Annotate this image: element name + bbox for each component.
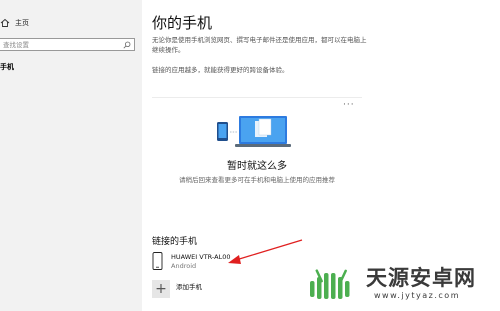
page-description-secondary: 链接的应用越多，就能获得更好的跨设备体验。: [152, 66, 289, 74]
linked-phone-item[interactable]: HUAWEI VTR-AL00 Android: [152, 251, 302, 273]
phone-icon: [152, 252, 163, 270]
watermark-url: www.jytyaz.com: [374, 291, 460, 300]
search-icon[interactable]: [123, 41, 131, 49]
more-icon[interactable]: ···: [343, 101, 355, 110]
phone-os: Android: [171, 262, 197, 270]
sidebar: 主页 手机: [0, 0, 142, 311]
phone-name: HUAWEI VTR-AL00: [171, 253, 231, 261]
watermark-logo: [310, 269, 350, 299]
linked-phones-heading: 链接的手机: [152, 237, 198, 247]
add-icon: +: [152, 280, 170, 298]
add-phone-button[interactable]: + 添加手机: [152, 279, 202, 299]
page-title: 你的手机: [152, 14, 213, 32]
sidebar-item-phone[interactable]: 手机: [0, 62, 14, 72]
phone-pc-illustration: [217, 116, 291, 147]
page-description: 无论你是使用手机浏览网页、撰写电子邮件还是使用应用，都可以在电脑上继续操作。: [152, 36, 367, 54]
sidebar-item-home[interactable]: 主页: [0, 16, 29, 30]
add-phone-label: 添加手机: [176, 283, 202, 291]
home-icon: [0, 18, 10, 27]
watermark-title: 天源安卓网: [366, 266, 476, 290]
search-box: [0, 38, 135, 51]
empty-state-title: 暂时就这么多: [227, 161, 287, 172]
empty-state-description: 请稍后回来查看更多可在手机和电脑上使用的应用推荐: [179, 176, 335, 184]
sidebar-home-label: 主页: [15, 19, 29, 27]
search-input[interactable]: [3, 39, 113, 50]
